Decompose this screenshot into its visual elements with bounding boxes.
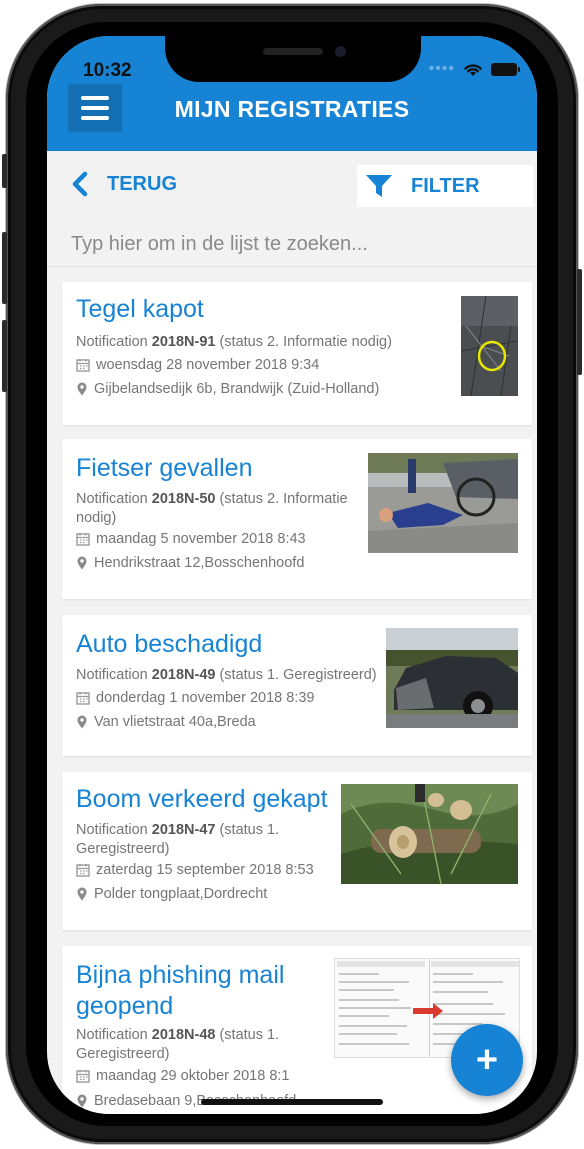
map-pin-icon	[77, 556, 87, 570]
item-date: maandag 5 november 2018 8:43	[96, 531, 306, 547]
filter-button[interactable]: FILTER	[357, 165, 533, 207]
broken-tile-photo	[461, 296, 518, 396]
item-date: zaterdag 15 september 2018 8:53	[96, 862, 314, 878]
filter-label: FILTER	[411, 174, 480, 197]
app-screen: 10:32 •••• MIJN REGISTRATIES TERUG FILTE…	[47, 36, 537, 1114]
volume-up-button	[2, 232, 7, 304]
item-address-row: Polder tongplaat,Dordrecht	[76, 886, 267, 902]
item-notification: Notification 2018N-49 (status 1. Geregis…	[76, 666, 396, 685]
wifi-icon	[464, 63, 482, 76]
registration-list: Tegel kapot Notification 2018N-91 (statu…	[47, 267, 537, 1114]
item-date-row: maandag 5 november 2018 8:43	[76, 531, 306, 547]
list-item[interactable]: Boom verkeerd gekapt Notification 2018N-…	[62, 772, 532, 930]
item-meta-prefix: Notification	[76, 667, 152, 683]
item-photo	[368, 453, 518, 553]
speaker-grille	[263, 48, 323, 55]
filter-icon	[366, 175, 392, 197]
chevron-left-icon	[72, 171, 88, 197]
item-address: Hendrikstraat 12,Bosschenhoofd	[94, 555, 305, 571]
list-item[interactable]: Auto beschadigd Notification 2018N-49 (s…	[62, 615, 532, 756]
item-status: (status 2. Informatie nodig)	[215, 334, 392, 350]
item-notification: Notification 2018N-50 (status 2. Informa…	[76, 490, 366, 528]
status-time: 10:32	[83, 60, 132, 81]
item-address-row: Gijbelandsedijk 6b, Brandwijk (Zuid-Holl…	[76, 381, 379, 397]
item-address-row: Van vlietstraat 40a,Breda	[76, 714, 256, 730]
item-date-row: woensdag 28 november 2018 9:34	[76, 357, 319, 373]
item-notification: Notification 2018N-91 (status 2. Informa…	[76, 333, 416, 352]
item-address: Gijbelandsedijk 6b, Brandwijk (Zuid-Holl…	[94, 381, 380, 397]
battery-icon	[491, 62, 520, 76]
notch	[165, 36, 421, 82]
cyclist-fallen-photo	[368, 453, 518, 553]
power-button	[577, 269, 582, 375]
item-date-row: zaterdag 15 september 2018 8:53	[76, 862, 314, 878]
search-bar	[47, 223, 537, 267]
map-pin-icon	[77, 715, 87, 729]
app-header: 10:32 •••• MIJN REGISTRATIES	[47, 36, 537, 151]
back-label: TERUG	[107, 172, 177, 195]
item-meta-prefix: Notification	[76, 334, 152, 350]
page-title: MIJN REGISTRATIES	[174, 96, 410, 122]
home-indicator	[201, 1099, 383, 1105]
calendar-icon	[76, 1070, 90, 1083]
back-button[interactable]: TERUG	[71, 171, 177, 197]
damaged-car-photo	[386, 628, 518, 728]
signal-dots-icon: ••••	[428, 60, 455, 77]
item-notification: Notification 2018N-47 (status 1. Geregis…	[76, 821, 326, 859]
map-pin-icon	[77, 1094, 87, 1108]
item-photo	[461, 296, 518, 396]
item-address-row: Hendrikstraat 12,Bosschenhoofd	[76, 555, 304, 571]
item-meta-prefix: Notification	[76, 1027, 152, 1043]
item-number: 2018N-50	[151, 491, 216, 507]
item-photo	[386, 628, 518, 728]
item-address: Van vlietstraat 40a,Breda	[94, 714, 256, 730]
item-date: donderdag 1 november 2018 8:39	[96, 690, 315, 706]
item-date: woensdag 28 november 2018 9:34	[96, 357, 320, 373]
list-item[interactable]: Fietser gevallen Notification 2018N-50 (…	[62, 439, 532, 599]
item-title: Fietser gevallen	[76, 454, 253, 482]
mute-switch	[2, 154, 7, 188]
item-meta-prefix: Notification	[76, 822, 152, 838]
item-address: Polder tongplaat,Dordrecht	[94, 886, 268, 902]
plus-icon: +	[475, 1038, 499, 1081]
item-number: 2018N-48	[151, 1027, 216, 1043]
fallen-tree-photo	[341, 784, 518, 884]
item-title: Auto beschadigd	[76, 630, 263, 658]
item-notification: Notification 2018N-48 (status 1. Geregis…	[76, 1026, 326, 1064]
item-number: 2018N-49	[151, 667, 216, 683]
calendar-icon	[76, 359, 90, 372]
item-title: Tegel kapot	[76, 295, 204, 323]
calendar-icon	[76, 692, 90, 705]
item-number: 2018N-91	[151, 334, 216, 350]
map-pin-icon	[77, 382, 87, 396]
status-indicators: ••••	[428, 60, 520, 78]
list-item[interactable]: Bijna phishing mail geopend Notification…	[62, 946, 532, 1114]
item-date-row: maandag 29 oktober 2018 8:1	[76, 1068, 289, 1084]
list-item[interactable]: Tegel kapot Notification 2018N-91 (statu…	[62, 282, 532, 425]
item-status: (status 1. Geregistreerd)	[215, 667, 377, 683]
item-number: 2018N-47	[151, 822, 216, 838]
item-title: Boom verkeerd gekapt	[76, 785, 328, 813]
calendar-icon	[76, 533, 90, 546]
item-title: Bijna phishing mail geopend	[76, 961, 285, 1020]
add-registration-button[interactable]: +	[451, 1024, 523, 1096]
item-meta-prefix: Notification	[76, 491, 152, 507]
item-photo	[341, 784, 518, 884]
search-input[interactable]	[71, 227, 511, 261]
toolbar: TERUG FILTER	[47, 151, 537, 223]
item-date-row: donderdag 1 november 2018 8:39	[76, 690, 314, 706]
front-camera	[335, 46, 346, 57]
map-pin-icon	[77, 887, 87, 901]
volume-down-button	[2, 320, 7, 392]
item-date: maandag 29 oktober 2018 8:1	[96, 1068, 290, 1084]
calendar-icon	[76, 864, 90, 877]
